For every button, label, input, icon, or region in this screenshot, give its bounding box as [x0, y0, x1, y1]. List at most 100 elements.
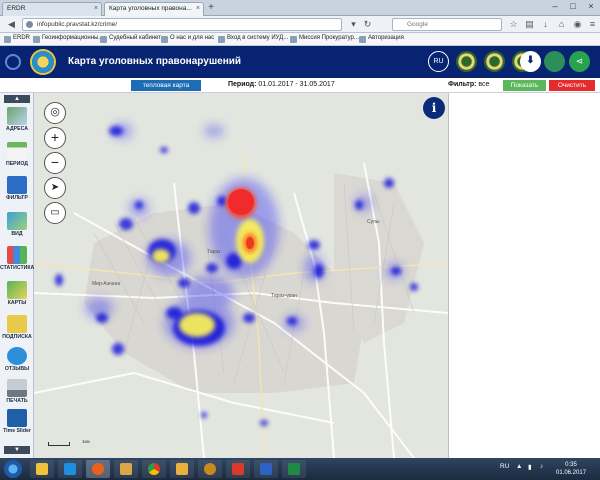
home-icon[interactable]: ⌂ [556, 19, 567, 30]
sidebar-item-subscription[interactable]: ПОДПИСКА [0, 315, 34, 340]
bookmark-icon [33, 36, 40, 43]
dropdown-arrow-icon[interactable]: ▾ [348, 19, 359, 30]
user-avatar-icon[interactable] [544, 51, 565, 72]
taskbar-app[interactable] [198, 460, 222, 478]
volume-icon[interactable]: ♪ [540, 463, 543, 470]
taskbar-app[interactable] [86, 460, 110, 478]
tray-arrow-icon[interactable]: ▲ [516, 463, 522, 470]
bookmark-erdr[interactable]: ERDR [4, 35, 30, 43]
locate-icon[interactable]: ➤ [44, 177, 66, 199]
emblem-icon[interactable] [484, 51, 505, 72]
pocket-icon[interactable]: ◉ [572, 19, 583, 30]
url-bar[interactable]: infopublic.pravstat.kz/crime/ [22, 18, 342, 31]
map-place-label: Мир-Азнана [92, 281, 121, 287]
clipboard-icon[interactable]: ▤ [524, 19, 535, 30]
menu-icon[interactable]: ≡ [587, 19, 598, 30]
bookmark-court[interactable]: Судебный кабинет [100, 35, 162, 43]
bookmark-login[interactable]: Вход в систему ИУД... [218, 35, 289, 43]
download-icon[interactable]: ⬇ [520, 51, 541, 72]
taskbar-app[interactable] [282, 460, 306, 478]
start-button[interactable] [4, 460, 22, 478]
bookmark-label: О нас и для нас [170, 35, 215, 41]
tray-language[interactable]: RU [500, 463, 509, 470]
bookmarks-bar: ERDR Геоинформационны... Судебный кабине… [0, 33, 600, 46]
map-toolbar: тепловая карта Период: 01.01.2017 - 31.0… [0, 78, 600, 93]
taskbar-app[interactable] [114, 460, 138, 478]
maximize-icon[interactable]: □ [564, 0, 582, 14]
taskbar-app[interactable] [170, 460, 194, 478]
bookmark-label: Вход в систему ИУД... [227, 35, 289, 41]
app-icon [176, 463, 188, 475]
sidebar-item-view[interactable]: ВИД [0, 212, 34, 237]
bookmark-mission[interactable]: Миссия Прокуратур... [290, 35, 359, 43]
sidebar-item-label: ВИД [11, 231, 23, 237]
new-tab-icon[interactable]: + [205, 2, 217, 14]
app-icon [204, 463, 216, 475]
network-icon[interactable]: ▮ [528, 463, 532, 471]
minimize-icon[interactable]: – [546, 0, 564, 14]
heat-map-button[interactable]: тепловая карта [131, 80, 201, 91]
sidebar-item-print[interactable]: ПЕЧАТЬ [0, 379, 34, 404]
heat-map[interactable]: ◎ + − ➤ ▭ i Тараз Тараз-уран Сулы Мир-Аз… [34, 93, 448, 458]
taskbar: RU ▲ ▮ ♪ 0:35 01.06.2017 [0, 458, 600, 480]
close-icon[interactable]: × [196, 5, 200, 12]
tab-crime-map[interactable]: Карта уголовных правона... × [104, 2, 204, 16]
search-input[interactable]: Google [392, 18, 502, 31]
download-icon[interactable]: ↓ [540, 19, 551, 30]
show-button[interactable]: Показать [503, 80, 546, 91]
sidebar-item-filter[interactable]: ФИЛЬТР [0, 176, 34, 201]
scroll-up-icon[interactable]: ▲ [4, 95, 30, 103]
scroll-down-icon[interactable]: ▼ [4, 446, 30, 454]
info-button[interactable]: i [423, 97, 445, 119]
site-info-icon[interactable] [26, 21, 33, 28]
sidebar-item-label: ПОДПИСКА [2, 334, 32, 340]
taskbar-app[interactable] [30, 460, 54, 478]
back-arrow-icon[interactable]: ◀ [6, 19, 17, 30]
envelope-icon [7, 315, 27, 333]
sidebar-item-period[interactable]: ПЕРИОД [0, 142, 34, 167]
bookmark-auth[interactable]: Авторизация [359, 35, 404, 43]
zoom-in-button[interactable]: + [44, 127, 66, 149]
app-logo-icon[interactable] [5, 54, 21, 70]
sidebar-item-feedback[interactable]: ОТЗЫВЫ [0, 347, 34, 372]
seal-icon[interactable] [456, 51, 477, 72]
taskbar-app[interactable] [58, 460, 82, 478]
scale-label: 1км [82, 439, 90, 444]
map-canvas [34, 93, 448, 458]
taskbar-app[interactable] [142, 460, 166, 478]
scale-bar [48, 442, 70, 446]
filter-display: Фильтр: все [448, 81, 489, 88]
sidebar-item-maps[interactable]: КАРТЫ [0, 281, 34, 306]
tab-erdr[interactable]: ERDR × [2, 2, 102, 16]
sidebar-item-label: АДРЕСА [6, 126, 28, 132]
results-panel [448, 93, 600, 458]
bookmark-map-icon[interactable]: ▭ [44, 202, 66, 224]
bookmark-geoinfo[interactable]: Геоинформационны... [33, 35, 104, 43]
bookmark-label: Геоинформационны... [42, 35, 104, 41]
close-icon[interactable]: × [94, 5, 98, 12]
taskbar-app[interactable] [254, 460, 278, 478]
bookmark-icon [290, 36, 297, 43]
clear-button[interactable]: Очистить [549, 80, 595, 91]
system-clock[interactable]: 0:35 01.06.2017 [556, 461, 586, 477]
word-icon [260, 463, 272, 475]
bookmark-about[interactable]: О нас и для нас [161, 35, 215, 43]
language-button[interactable]: RU [428, 51, 449, 72]
filter-label: Фильтр: [448, 81, 477, 88]
taskbar-app[interactable] [226, 460, 250, 478]
share-icon[interactable]: ⋖ [569, 51, 590, 72]
chat-bubble-icon [7, 347, 27, 365]
sidebar-item-addresses[interactable]: АДРЕСА [0, 107, 34, 132]
map-place-label: Тараз-уран [271, 293, 297, 299]
close-window-icon[interactable]: × [582, 0, 600, 14]
tab-label: ERDR [7, 5, 26, 12]
reload-icon[interactable]: ↻ [362, 19, 373, 30]
sidebar-item-time-slider[interactable]: Time Slider [0, 409, 34, 434]
globe-icon[interactable]: ◎ [44, 102, 66, 124]
zoom-out-button[interactable]: − [44, 152, 66, 174]
star-icon[interactable]: ☆ [508, 19, 519, 30]
sidebar-item-statistics[interactable]: СТАТИСТИКА [0, 246, 34, 271]
tab-label: Карта уголовных правона... [109, 5, 192, 12]
bookmark-label: Судебный кабинет [109, 35, 162, 41]
maps-icon [7, 281, 27, 299]
